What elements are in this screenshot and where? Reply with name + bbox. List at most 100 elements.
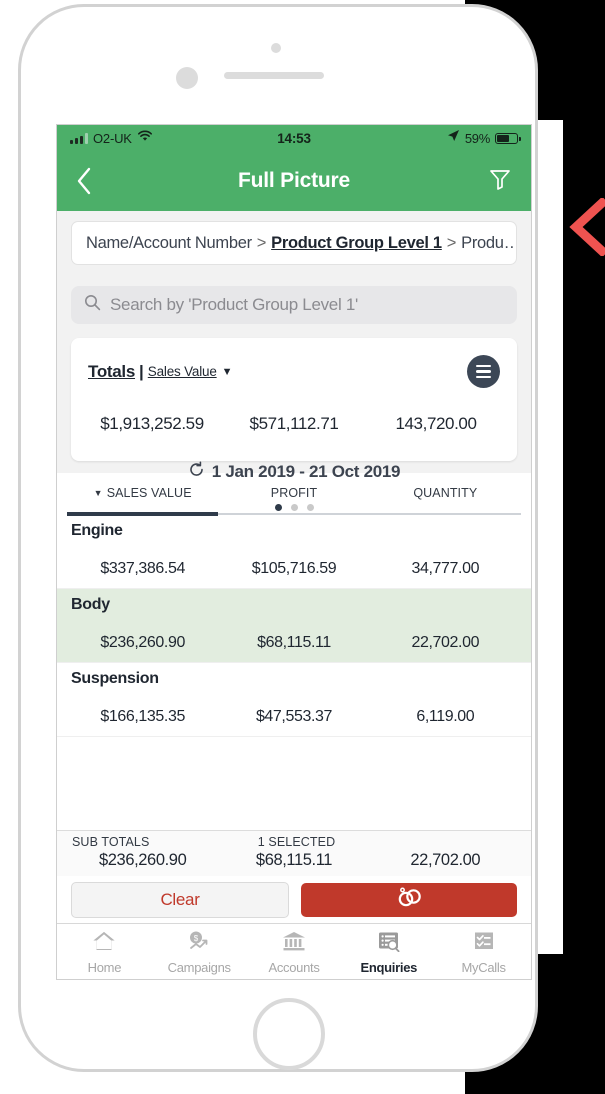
status-bar-right: 59% <box>447 129 521 147</box>
column-header-quantity[interactable]: QUANTITY <box>370 486 521 500</box>
page-dot-3[interactable] <box>306 504 314 511</box>
link-action-button[interactable] <box>301 883 517 917</box>
totals-pipe: | <box>139 361 144 381</box>
location-arrow-icon <box>447 129 460 147</box>
date-range-label: 1 Jan 2019 - 21 Oct 2019 <box>211 462 401 481</box>
search-bar[interactable]: Search by 'Product Group Level 1' <box>71 286 517 324</box>
totals-value-quantity: 143,720.00 <box>395 414 477 433</box>
tab-label-campaigns: Campaigns <box>167 960 231 975</box>
row-value-quantity: 6,119.00 <box>416 708 475 725</box>
phone-screen: O2-UK 14:53 59% Full Picture 1 Jan 2019 … <box>56 124 532 980</box>
totals-label: Totals <box>88 361 136 381</box>
hamburger-menu-icon[interactable] <box>467 355 500 388</box>
row-values: $166,135.35 $47,553.37 6,119.00 <box>67 708 521 726</box>
tab-enquiries[interactable]: Enquiries <box>341 924 436 979</box>
sub-total-profit: $68,115.11 <box>255 851 333 869</box>
back-button[interactable] <box>75 166 92 196</box>
row-label: Suspension <box>71 670 159 687</box>
row-value-quantity: 34,777.00 <box>411 560 480 577</box>
breadcrumb-separator-2: > <box>446 233 457 252</box>
table-row[interactable]: Body $236,260.90 $68,115.11 22,702.00 <box>57 589 531 663</box>
row-label: Body <box>71 596 110 613</box>
battery-percent-label: 59% <box>464 130 490 146</box>
selected-count-label: 1 SELECTED <box>257 835 336 849</box>
breadcrumb-item-1[interactable]: Name/Account Number <box>86 234 252 253</box>
breadcrumb-separator-1: > <box>256 233 267 252</box>
date-range-row[interactable]: 1 Jan 2019 - 21 Oct 2019 <box>57 461 531 483</box>
tab-label-mycalls: MyCalls <box>461 960 506 975</box>
sort-caret-icon[interactable]: ▼ <box>94 488 103 498</box>
row-label: Engine <box>71 522 123 539</box>
filter-funnel-icon[interactable] <box>487 166 513 197</box>
checklist-icon <box>471 930 497 957</box>
page-title: Full Picture <box>238 169 350 192</box>
row-values: $236,260.90 $68,115.11 22,702.00 <box>67 634 521 652</box>
campaigns-dollar-chart-icon: $ <box>186 930 212 957</box>
sub-total-quantity: 22,702.00 <box>410 851 481 869</box>
search-input[interactable]: Search by 'Product Group Level 1' <box>110 295 358 315</box>
column-header-sales-value[interactable]: ▼ SALES VALUE <box>67 486 218 500</box>
clear-button[interactable]: Clear <box>71 882 289 918</box>
sub-totals-header: SUB TOTALS 1 SELECTED <box>67 835 521 849</box>
totals-card: Totals | Sales Value ▼ $1,913,252.59 $57… <box>71 338 517 461</box>
row-values: $337,386.54 $105,716.59 34,777.00 <box>67 560 521 578</box>
app-header: Full Picture <box>57 151 531 211</box>
status-bar: O2-UK 14:53 59% <box>57 125 531 151</box>
tab-campaigns[interactable]: $ Campaigns <box>152 924 247 979</box>
totals-header: Totals | Sales Value ▼ <box>71 338 517 388</box>
row-value-profit: $105,716.59 <box>251 560 337 577</box>
tab-label-accounts: Accounts <box>268 960 320 975</box>
refresh-icon <box>188 461 205 483</box>
tab-label-home: Home <box>87 960 122 975</box>
left-chevron-annotation-icon <box>568 196 605 261</box>
totals-values-row: $1,913,252.59 $571,112.71 143,720.00 <box>71 414 517 434</box>
tab-accounts[interactable]: Accounts <box>247 924 342 979</box>
linked-rings-icon <box>395 886 423 915</box>
totals-value-sales: $1,913,252.59 <box>100 414 204 433</box>
home-button[interactable] <box>253 998 325 1070</box>
totals-value-profit: $571,112.71 <box>249 414 339 433</box>
breadcrumb-item-3[interactable]: Produ… <box>461 234 516 253</box>
row-value-profit: $47,553.37 <box>255 708 333 725</box>
proximity-sensor-icon <box>176 67 198 89</box>
page-dot-1[interactable] <box>274 504 282 511</box>
row-value-sales: $166,135.35 <box>100 708 185 725</box>
breadcrumb-item-2[interactable]: Product Group Level 1 <box>271 234 442 253</box>
svg-text:$: $ <box>194 934 199 943</box>
front-camera-icon <box>271 43 281 53</box>
home-icon <box>91 930 117 957</box>
tab-label-enquiries: Enquiries <box>360 960 418 975</box>
canvas-right-edge <box>563 0 605 1094</box>
tab-home[interactable]: Home <box>57 924 152 979</box>
column-indicator <box>67 504 521 516</box>
bottom-tab-bar: Home $ Campaigns Accounts Enquiries MyCa… <box>57 923 531 979</box>
sub-totals-values: $236,260.90 $68,115.11 22,702.00 <box>67 851 521 870</box>
chevron-down-icon[interactable]: ▼ <box>222 366 233 378</box>
search-icon <box>84 294 101 316</box>
battery-icon <box>495 132 521 144</box>
sub-total-sales: $236,260.90 <box>98 851 187 869</box>
enquiries-search-list-icon <box>376 930 402 957</box>
sub-totals-header-spacer <box>371 835 521 849</box>
row-value-sales: $337,386.54 <box>100 560 185 577</box>
row-value-quantity: 22,702.00 <box>411 634 480 651</box>
row-value-sales: $236,260.90 <box>100 634 185 651</box>
table-row[interactable]: Engine $337,386.54 $105,716.59 34,777.00 <box>57 515 531 589</box>
page-dots[interactable] <box>67 504 521 511</box>
active-column-indicator <box>67 512 219 516</box>
tab-mycalls[interactable]: MyCalls <box>436 924 531 979</box>
totals-metric-selector[interactable]: Sales Value <box>148 364 217 379</box>
action-bar: Clear <box>57 876 531 924</box>
sub-totals-bar: SUB TOTALS 1 SELECTED $236,260.90 $68,11… <box>57 830 531 876</box>
sub-totals-label: SUB TOTALS <box>72 835 150 849</box>
bank-icon <box>281 930 307 957</box>
column-label-sales-value: SALES VALUE <box>106 486 192 500</box>
screen-content: 1 Jan 2019 - 21 Oct 2019 Name/Account Nu… <box>57 211 531 979</box>
phone-frame: O2-UK 14:53 59% Full Picture 1 Jan 2019 … <box>18 4 538 1072</box>
row-value-profit: $68,115.11 <box>257 634 331 651</box>
page-dot-2[interactable] <box>290 504 298 511</box>
column-header-profit[interactable]: PROFIT <box>218 486 369 500</box>
breadcrumb[interactable]: Name/Account Number > Product Group Leve… <box>71 221 517 265</box>
table-row[interactable]: Suspension $166,135.35 $47,553.37 6,119.… <box>57 663 531 737</box>
earpiece-speaker <box>224 72 324 79</box>
